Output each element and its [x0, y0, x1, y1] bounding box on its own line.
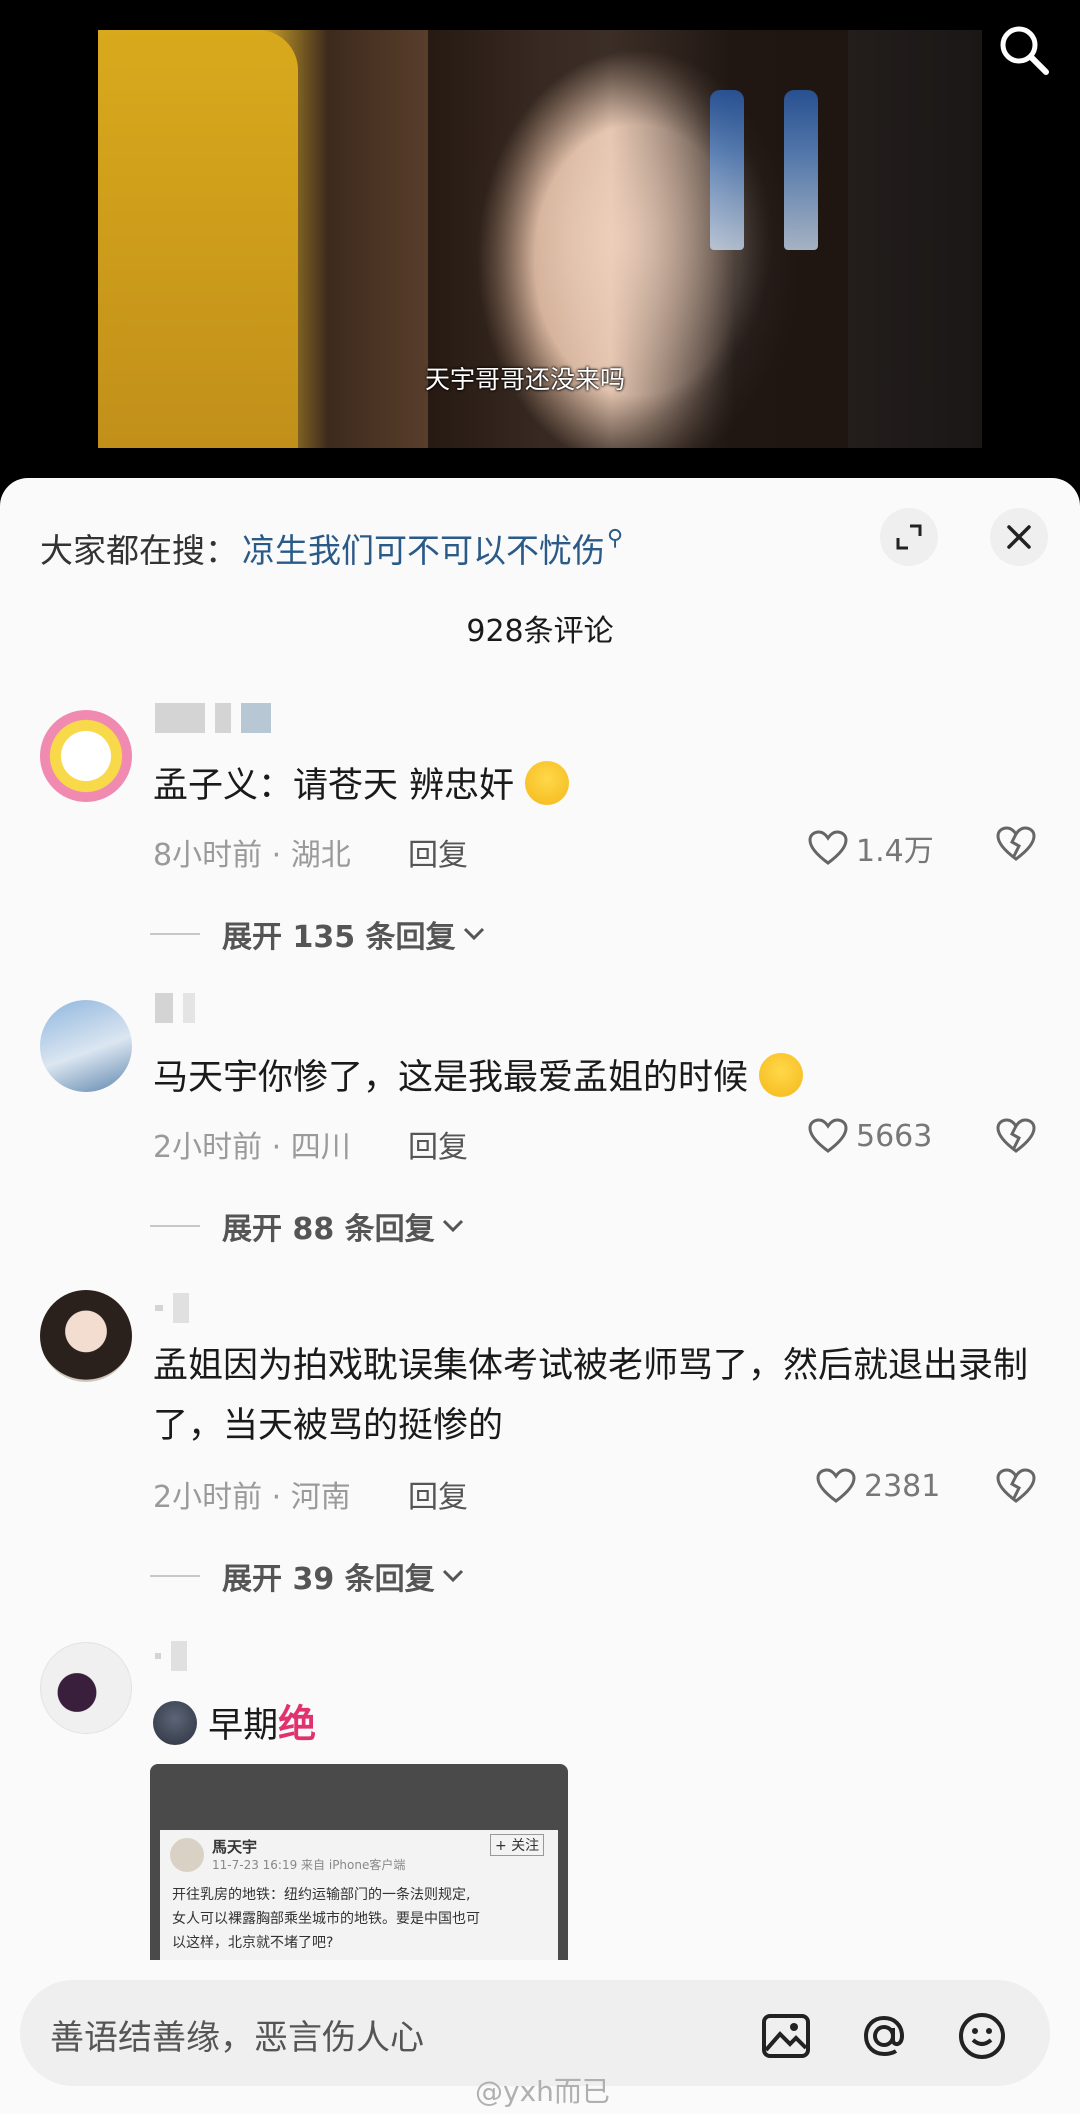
dark-face-emoji-icon	[153, 1701, 197, 1745]
trending-prefix: 大家都在搜：	[40, 531, 238, 570]
divider-dash	[150, 1575, 200, 1577]
username-blurred[interactable]	[155, 1290, 189, 1326]
reply-button[interactable]: 回复	[408, 1472, 468, 1516]
video-player[interactable]: 天宇哥哥还没来吗	[0, 0, 1080, 490]
like-button[interactable]: 1.4万	[808, 826, 934, 870]
comment-time-location: 8小时前 · 湖北	[153, 838, 351, 873]
comment-input-placeholder: 善语结善缘，恶言伤人心	[50, 2018, 424, 2058]
expand-replies-button[interactable]: 展开 135 条回复	[150, 912, 486, 956]
comment-image[interactable]: 馬天宇 + 关注 11-7-23 16:19 来自 iPhone客户端 开往乳房…	[150, 1764, 568, 1964]
trending-query-link[interactable]: 凉生我们可不可以不忧伤	[242, 524, 605, 572]
comment-time-location: 2小时前 · 河南	[153, 1480, 351, 1515]
heart-icon	[808, 830, 848, 865]
flushed-emoji-icon	[759, 1053, 804, 1097]
weibo-follow-button: + 关注	[490, 1834, 545, 1856]
heart-icon	[808, 1118, 848, 1153]
dislike-button[interactable]	[996, 1118, 1036, 1158]
avatar[interactable]	[40, 1290, 132, 1382]
video-frame[interactable]: 天宇哥哥还没来吗	[98, 30, 982, 448]
chevron-down-icon	[442, 1569, 463, 1583]
emoji-button[interactable]	[956, 2010, 1008, 2062]
expand-replies-label: 展开 135 条回复	[222, 920, 456, 955]
like-button[interactable]: 2381	[816, 1468, 940, 1504]
comment-text-content: 孟子义：请苍天 辨忠奸	[153, 766, 515, 806]
video-bottle	[784, 90, 818, 250]
comment-text-prefix: 早期	[208, 1706, 279, 1746]
chevron-down-icon	[442, 1219, 463, 1233]
username-blurred[interactable]	[155, 700, 271, 736]
comment-count: 928条评论	[466, 614, 614, 649]
expand-replies-label: 展开 39 条回复	[222, 1562, 435, 1597]
comment-text-emphasis: 绝	[278, 1702, 317, 1746]
weibo-text-line: 以这样，北京就不堵了吧?	[172, 1935, 334, 1951]
search-icon	[1000, 26, 1049, 75]
smiley-icon	[959, 2013, 1005, 2059]
weibo-text-line: 女人可以裸露胸部乘坐城市的地铁。要是中国也可	[172, 1911, 480, 1927]
avatar[interactable]	[40, 1642, 132, 1734]
screen: 天宇哥哥还没来吗 大家都在搜： 凉生我们可不可以不忧伤 ⚲ 928条评论 孟子义…	[0, 0, 1080, 2114]
username-blurred[interactable]	[155, 1638, 187, 1674]
comment-text: 孟子义：请苍天 辨忠奸	[153, 756, 1040, 816]
search-button[interactable]	[994, 20, 1054, 80]
chevron-down-icon	[463, 927, 484, 941]
divider-dash	[150, 933, 200, 935]
avatar[interactable]	[40, 1000, 132, 1092]
comment-text: 孟姐因为拍戏耽误集体考试被老师骂了，然后就退出录制了，当天被骂的挺惨的	[153, 1346, 1029, 1446]
avatar[interactable]	[40, 710, 132, 802]
at-icon	[863, 2015, 905, 2057]
weibo-text-line: 开往乳房的地铁：纽约运输部门的一条法则规定,	[172, 1887, 471, 1903]
reply-button[interactable]: 回复	[408, 830, 468, 874]
dislike-button[interactable]	[996, 826, 1036, 866]
image-button[interactable]	[760, 2010, 812, 2062]
weibo-user-name: 馬天宇	[212, 1838, 258, 1856]
comment-text-content: 马天宇你惨了，这是我最爱孟姐的时候	[153, 1058, 749, 1098]
video-subtitle: 天宇哥哥还没来吗	[424, 365, 625, 394]
like-button[interactable]: 5663	[808, 1118, 932, 1154]
expand-replies-button[interactable]: 展开 88 条回复	[150, 1204, 465, 1248]
image-icon	[762, 2014, 810, 2058]
username-blurred[interactable]	[155, 990, 195, 1026]
like-count: 5663	[856, 1118, 933, 1154]
watermark: @yxh而已	[475, 2075, 610, 2108]
broken-heart-icon	[996, 826, 1036, 861]
broken-heart-icon	[996, 1468, 1036, 1503]
heart-icon	[816, 1468, 856, 1503]
broken-heart-icon	[996, 1118, 1036, 1153]
expand-button[interactable]	[880, 508, 938, 566]
comment-time-location: 2小时前 · 四川	[153, 1130, 351, 1165]
expand-icon	[896, 524, 922, 550]
comment-text: 马天宇你惨了，这是我最爱孟姐的时候	[153, 1048, 1040, 1108]
video-bottle	[710, 90, 744, 250]
weibo-meta: 11-7-23 16:19 来自 iPhone客户端	[212, 1858, 406, 1872]
crying-emoji-icon	[525, 761, 570, 805]
like-count: 1.4万	[856, 834, 934, 869]
expand-replies-label: 展开 88 条回复	[222, 1212, 435, 1247]
reply-button[interactable]: 回复	[408, 1122, 468, 1166]
divider-dash	[150, 1225, 200, 1227]
weibo-screenshot: 馬天宇 + 关注 11-7-23 16:19 来自 iPhone客户端 开往乳房…	[160, 1830, 558, 1964]
close-button[interactable]	[990, 508, 1048, 566]
mention-button[interactable]	[858, 2010, 910, 2062]
comment-text: 早期绝	[153, 1694, 1040, 1756]
small-search-icon: ⚲	[607, 525, 624, 551]
close-icon	[1007, 525, 1031, 549]
expand-replies-button[interactable]: 展开 39 条回复	[150, 1554, 465, 1598]
like-count: 2381	[864, 1468, 941, 1504]
dislike-button[interactable]	[996, 1468, 1036, 1508]
bottom-comment-bar: 善语结善缘，恶言伤人心 @yxh而已	[0, 1960, 1080, 2114]
weibo-avatar	[170, 1838, 204, 1872]
